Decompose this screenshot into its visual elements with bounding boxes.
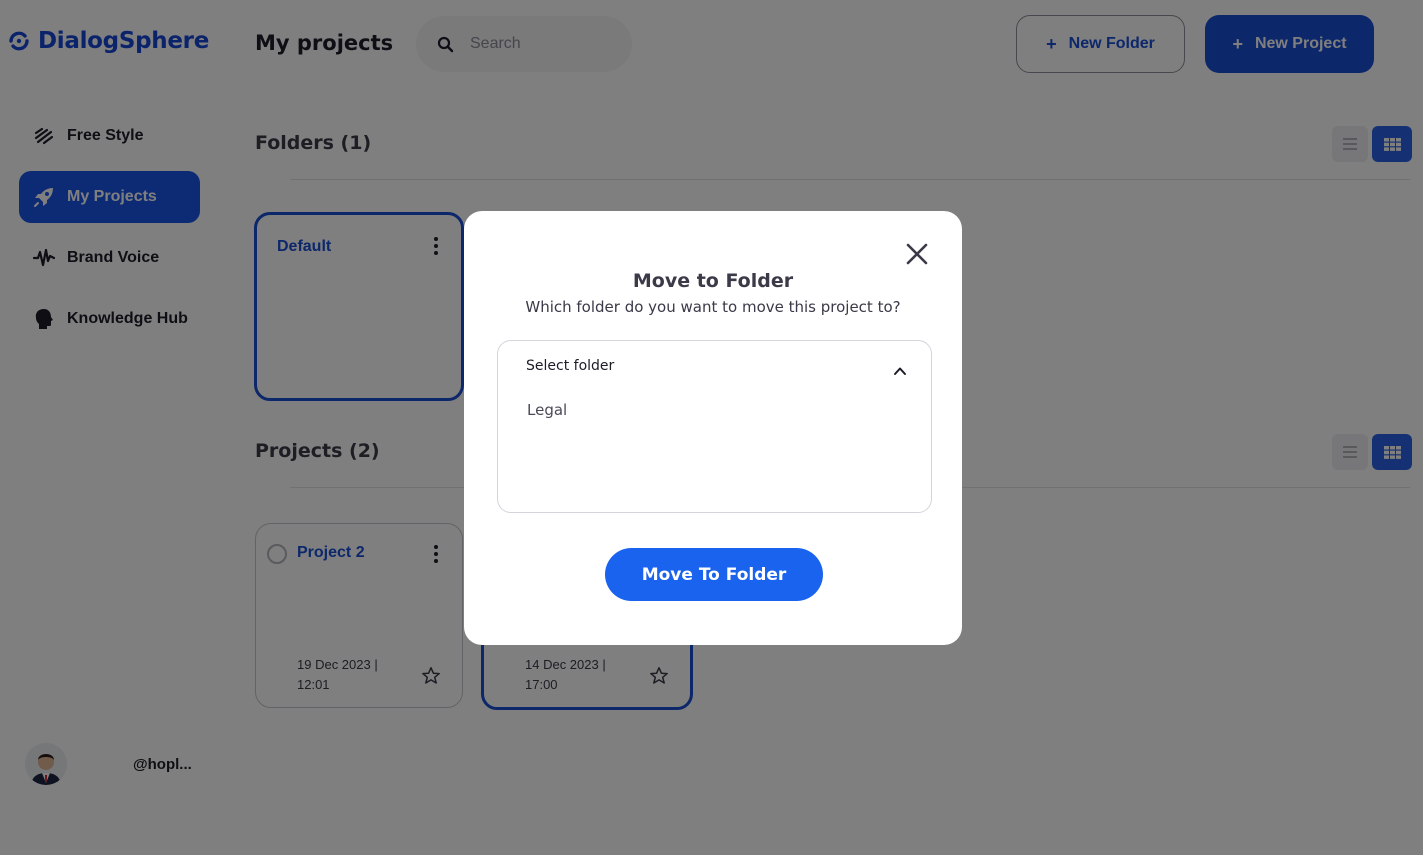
select-placeholder: Select folder	[526, 358, 615, 374]
folder-select-dropdown[interactable]: Select folder Legal	[497, 340, 932, 513]
dropdown-option[interactable]: Legal	[527, 401, 567, 419]
move-to-folder-button[interactable]: Move To Folder	[605, 548, 823, 601]
move-to-folder-dialog: Move to Folder Which folder do you want …	[464, 211, 962, 645]
dialog-title: Move to Folder	[632, 270, 794, 292]
chevron-up-icon[interactable]	[893, 364, 907, 378]
dialog-subtitle: Which folder do you want to move this pr…	[525, 298, 901, 316]
close-icon[interactable]	[905, 242, 929, 266]
